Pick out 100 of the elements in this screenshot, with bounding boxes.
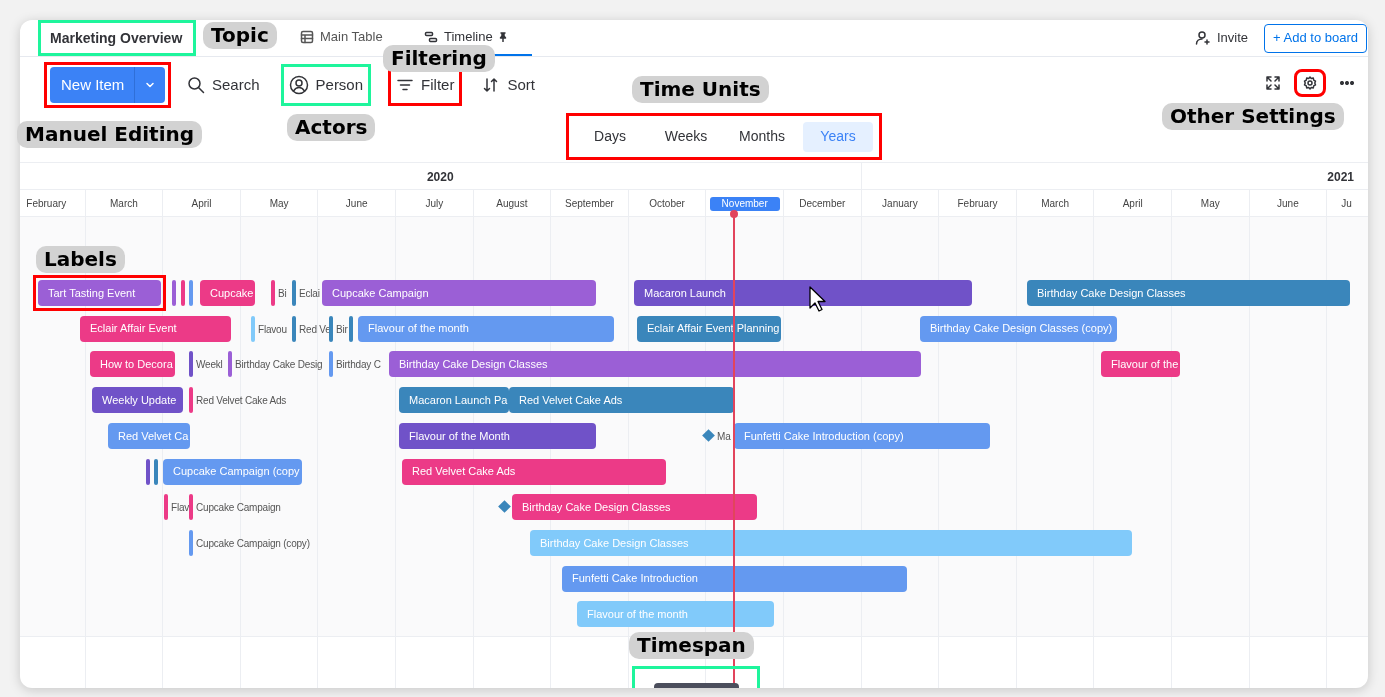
timeline-bar[interactable]: Red Velvet Cake Ads	[509, 387, 734, 414]
milestone-marker[interactable]	[329, 315, 333, 342]
timeline-bar[interactable]: Funfetti Cake Introduction	[562, 565, 907, 592]
invite-button[interactable]: Invite	[1191, 28, 1253, 48]
annotation-tooltip: Filtering	[383, 45, 495, 72]
table-icon	[300, 30, 314, 44]
milestone-marker[interactable]	[189, 351, 193, 378]
milestone-marker[interactable]	[189, 280, 193, 306]
month-label: October	[649, 197, 685, 211]
milestone-marker[interactable]	[189, 529, 193, 556]
month-label: June	[345, 197, 368, 211]
month-label: April	[1122, 197, 1143, 211]
month-label: February	[26, 197, 67, 211]
item-label: Flav	[171, 501, 190, 515]
item-label: Bir	[336, 322, 348, 336]
timeline-bar[interactable]: Flavour of the Month	[399, 422, 596, 449]
year-label: 2021	[1327, 168, 1354, 186]
month-label: March	[1041, 197, 1069, 211]
timeline-bar[interactable]: Eclair Affair Event Planning	[637, 315, 782, 342]
cursor-icon	[808, 285, 828, 313]
milestone-marker[interactable]	[146, 458, 150, 485]
timeline-bar[interactable]: Birthday Cake Design Classes	[512, 494, 757, 521]
annotation-tooltip: Other Settings	[1162, 103, 1344, 130]
milestone-marker[interactable]	[251, 315, 255, 342]
annotation-tooltip: Labels	[36, 246, 125, 273]
milestone-marker[interactable]	[154, 458, 158, 485]
annotation-tooltip: Manuel Editing	[17, 121, 203, 148]
search-icon	[187, 76, 205, 94]
timeline-bar[interactable]: Birthday Cake Design Classes	[389, 351, 921, 378]
month-label: March	[110, 197, 138, 211]
annotation-tooltip: Time Units	[632, 76, 769, 103]
month-label: December	[799, 197, 846, 211]
timeline-bar[interactable]: Funfetti Cake Introduction (copy)	[734, 422, 990, 449]
settings-icon	[1303, 76, 1317, 90]
time-unit-tab[interactable]: Weeks	[651, 121, 721, 152]
milestone-marker[interactable]	[228, 351, 232, 378]
month-label: September	[565, 197, 614, 211]
item-label: Cupcake Campaign (copy)	[196, 536, 310, 550]
item-label: Weekl	[196, 358, 223, 372]
toolbar-button[interactable]: Search	[185, 69, 262, 101]
person-add-icon	[1195, 30, 1211, 46]
item-label: Cupcake Campaign	[196, 501, 281, 515]
time-unit-tab[interactable]: Years	[803, 121, 873, 152]
time-unit-tab[interactable]: Days	[575, 121, 645, 152]
milestone-marker[interactable]	[271, 280, 275, 306]
timeline-bar[interactable]: Cupcake Campaign (copy	[163, 458, 302, 485]
item-label: Red Velvet Cake Ads	[196, 394, 287, 408]
pin-icon	[498, 32, 507, 42]
person-icon	[288, 75, 309, 95]
item-label: Ma	[717, 429, 731, 443]
milestone-marker[interactable]	[189, 494, 193, 521]
item-label: Flavou	[258, 322, 287, 336]
milestone-marker[interactable]	[349, 315, 353, 342]
toolbar-button[interactable]: Person	[286, 69, 366, 101]
item-label: Bi	[278, 287, 287, 300]
item-label: Birthday Cake Desig	[235, 358, 323, 372]
month-label: January	[882, 197, 918, 211]
timeline-bar[interactable]: Birthday Cake Design Classes (copy)	[920, 315, 1117, 342]
board-title: Marketing Overview	[50, 28, 183, 48]
add-to-board-button[interactable]: + Add to board	[1264, 23, 1367, 53]
month-label: July	[425, 197, 444, 211]
timeline-bar[interactable]: Weekly Update	[92, 387, 183, 414]
timeline-bar[interactable]: Cupcake	[200, 280, 256, 306]
timeline-bar[interactable]: Flavour of the	[1101, 351, 1181, 378]
timeline-bar[interactable]: Cupcake Campaign	[322, 280, 596, 306]
fullscreen-button[interactable]	[1264, 74, 1282, 92]
timeline-bar[interactable]: Macaron Launch Pa	[399, 387, 510, 414]
timeline-bar[interactable]: Flavour of the month	[358, 315, 614, 342]
annotation-tooltip: Actors	[287, 114, 376, 141]
annotation-tooltip: Topic	[203, 22, 277, 49]
timeline-bar[interactable]: Tart Tasting Event	[38, 280, 161, 306]
milestone-marker[interactable]	[329, 351, 333, 378]
month-label: May	[269, 197, 289, 211]
new-item-button[interactable]: New Item	[50, 67, 165, 103]
milestone-marker[interactable]	[181, 280, 185, 306]
timeline-bar[interactable]: Red Velvet Cake Ads	[402, 458, 666, 485]
month-label: May	[1200, 197, 1220, 211]
milestone-marker[interactable]	[172, 280, 176, 306]
timeline-bar[interactable]: Birthday Cake Design Classes	[1027, 280, 1350, 306]
timeline-bar[interactable]: How to Decora	[90, 351, 175, 378]
more-icon	[1340, 81, 1354, 85]
timeline-bar[interactable]: Macaron Launch	[634, 280, 972, 306]
month-label: June	[1277, 197, 1299, 211]
month-label: August	[496, 197, 528, 211]
milestone-marker[interactable]	[189, 387, 193, 414]
month-label: April	[191, 197, 212, 211]
timeline-icon	[424, 30, 438, 44]
toolbar-button[interactable]: Sort	[480, 69, 537, 101]
milestone-marker[interactable]	[292, 315, 296, 342]
timeline-bar[interactable]: Red Velvet Ca	[108, 422, 191, 449]
time-unit-tab[interactable]: Months	[727, 121, 797, 152]
milestone-marker[interactable]	[292, 280, 296, 306]
month-label: November	[709, 196, 780, 211]
milestone-marker[interactable]	[164, 494, 168, 521]
timeline-bar[interactable]: Eclair Affair Event	[80, 315, 231, 342]
annotation-tooltip: Timespan	[629, 632, 754, 659]
settings-button[interactable]	[1301, 74, 1319, 92]
month-label: February	[957, 197, 998, 211]
month-label: Ju	[1341, 197, 1352, 211]
toolbar-button[interactable]: Filter	[394, 69, 457, 101]
